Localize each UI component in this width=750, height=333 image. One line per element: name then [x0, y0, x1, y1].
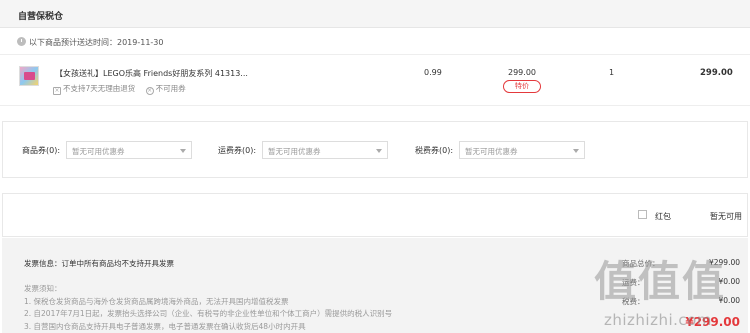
product-coupon-label: 商品券(0):: [22, 146, 61, 155]
invoice-notes: 发票须知： 1. 保税仓发货商品与海外仓发货商品属跨境海外商品，无法开具国内增值…: [24, 283, 392, 333]
invoice-note-1: 1. 保税仓发货商品与海外仓发货商品属跨境海外商品，无法开具国内增值税发票: [24, 296, 289, 306]
product-coupon-value: 暂无可用优惠券: [72, 147, 125, 156]
invoice-note-heading: 发票须知：: [24, 284, 62, 293]
tax-coupon-value: 暂无可用优惠券: [465, 147, 518, 156]
product-thumbnail[interactable]: [19, 66, 39, 86]
summary-goods-value: ¥299.00: [708, 258, 740, 267]
chevron-down-icon: [180, 149, 186, 153]
item-quantity: 1: [609, 68, 615, 77]
summary-total-value: ¥299.00: [685, 315, 740, 329]
delivery-row: 以下商品预计送达时间：2019-11-30: [0, 28, 750, 55]
item-subtotal: 299.00: [700, 68, 733, 78]
summary-goods-label: 商品总价：: [622, 259, 660, 268]
shipping-coupon-select[interactable]: 暂无可用优惠券: [262, 141, 388, 159]
item-weight: 0.99: [424, 68, 442, 77]
tag-no-coupon: 不可用券: [155, 84, 186, 93]
clock-icon: [17, 37, 26, 46]
delivery-time-text: 以下商品预计送达时间：2019-11-30: [29, 38, 164, 47]
coupon-section: 商品券(0): 暂无可用优惠券 运费券(0): 暂无可用优惠券 税费券(0): …: [2, 121, 748, 178]
tax-coupon-label: 税费券(0):: [415, 146, 454, 155]
tag-no-return: 不支持7天无理由退货: [63, 84, 136, 93]
order-item-row: 【女孩送礼】LEGO乐高 Friends好朋友系列 41313... × 不支持7…: [0, 56, 750, 106]
summary-tax-label: 税费：: [622, 297, 645, 306]
summary-tax-value: ¥0.00: [718, 296, 740, 305]
chevron-down-icon: [376, 149, 382, 153]
product-coupon-select[interactable]: 暂无可用优惠券: [66, 141, 192, 159]
red-packet-label: 红包: [655, 212, 671, 221]
invoice-note-2: 2. 自2017年7月1日起，发票抬头选择公司（企业、有税号的非企业性单位和个体…: [24, 309, 393, 318]
no-return-icon: ×: [53, 87, 61, 95]
product-name-link[interactable]: 【女孩送礼】LEGO乐高 Friends好朋友系列 41313...: [55, 68, 248, 79]
red-packet-checkbox[interactable]: [638, 210, 647, 219]
shipping-coupon-label: 运费券(0):: [218, 146, 257, 155]
invoice-info: 发票信息：订单中所有商品均不支持开具发票: [24, 259, 174, 268]
product-tags: × 不支持7天无理由退货 × 不可用券: [53, 83, 194, 95]
summary-shipping-label: 运费：: [622, 278, 645, 287]
red-packet-section: 红包 暂无可用: [2, 193, 748, 237]
warehouse-title: 自营保税仓: [18, 12, 64, 22]
invoice-note-3: 3. 自营国内仓商品支持开具电子普通发票，电子普通发票在确认收货后48小时内开具: [24, 321, 306, 331]
invoice-summary-section: 发票信息：订单中所有商品均不支持开具发票 发票须知： 1. 保税仓发货商品与海外…: [2, 238, 748, 333]
chevron-down-icon: [573, 149, 579, 153]
warehouse-header: 自营保税仓: [0, 0, 750, 28]
summary-shipping-value: ¥0.00: [718, 277, 740, 286]
item-price: 299.00: [508, 68, 536, 77]
red-packet-status: 暂无可用: [710, 212, 742, 221]
tax-coupon-select[interactable]: 暂无可用优惠券: [459, 141, 585, 159]
checkout-page: 自营保税仓 以下商品预计送达时间：2019-11-30 【女孩送礼】LEGO乐高…: [0, 0, 750, 333]
promo-badge: 特价: [503, 80, 541, 93]
no-coupon-icon: ×: [145, 87, 154, 95]
shipping-coupon-value: 暂无可用优惠券: [268, 147, 321, 156]
